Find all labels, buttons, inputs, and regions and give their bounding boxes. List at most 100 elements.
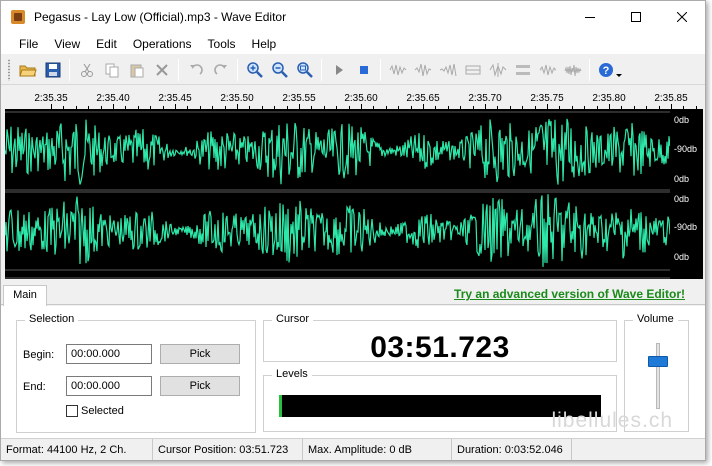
menu-file[interactable]: File — [11, 33, 46, 55]
db-label-ch2-top: 0db — [674, 194, 690, 204]
amplify-icon — [414, 63, 431, 76]
time-ruler[interactable]: 2:35.35 2:35.40 2:35.45 2:35.50 2:35.55 2:35.… — [5, 89, 703, 110]
selected-checkbox[interactable] — [66, 405, 78, 417]
ruler-label: 2:35.75 — [530, 93, 564, 104]
toolbar-grip[interactable] — [7, 58, 11, 81]
app-window: Pegasus - Lay Low (Official).mp3 - Wave … — [0, 0, 706, 461]
close-icon — [677, 12, 687, 22]
pick-end-button[interactable]: Pick — [160, 376, 240, 396]
delete-button[interactable] — [150, 58, 174, 82]
echo-icon — [465, 65, 480, 74]
play-button[interactable] — [327, 58, 351, 82]
silence-button[interactable] — [511, 58, 535, 82]
normalize-button[interactable] — [386, 58, 410, 82]
ruler-minor-tick — [410, 106, 412, 109]
volume-title: Volume — [633, 313, 678, 325]
zoom-in-button[interactable] — [243, 58, 267, 82]
ruler-minor-tick — [63, 106, 65, 109]
ruler-minor-tick — [261, 106, 263, 109]
cursor-title: Cursor — [272, 313, 314, 325]
ruler-minor-tick — [187, 106, 189, 109]
stop-button[interactable] — [352, 58, 376, 82]
ruler-minor-tick — [509, 106, 511, 109]
db-label-ch1-mid: -90db — [674, 144, 698, 154]
invert-button[interactable] — [536, 58, 560, 82]
invert-icon — [539, 64, 556, 75]
ruler-minor-tick — [646, 106, 648, 109]
ruler-label: 2:35.35 — [34, 93, 68, 104]
control-panel: Main Try an advanced version of Wave Edi… — [1, 283, 705, 438]
help-button[interactable]: ? — [595, 58, 625, 82]
ruler-tick — [299, 104, 300, 109]
reverse-button[interactable] — [486, 58, 510, 82]
play-icon — [335, 64, 343, 75]
fade-icon — [439, 63, 456, 76]
promo-link[interactable]: Try an advanced version of Wave Editor! — [454, 287, 685, 301]
help-icon: ? — [598, 62, 622, 77]
ruler-minor-tick — [385, 106, 387, 109]
zoom-out-button[interactable] — [268, 58, 292, 82]
ruler-tick — [51, 104, 52, 109]
ruler-label: 2:35.60 — [344, 93, 378, 104]
ruler-minor-tick — [447, 106, 449, 109]
ruler-minor-tick — [274, 106, 276, 109]
ruler-tick — [609, 104, 610, 109]
status-max-amplitude: Max. Amplitude: 0 dB — [303, 439, 452, 460]
close-button[interactable] — [659, 1, 705, 33]
ruler-minor-tick — [559, 106, 561, 109]
ruler-label: 2:35.45 — [158, 93, 192, 104]
echo-button[interactable] — [461, 58, 485, 82]
minimize-button[interactable] — [567, 1, 613, 33]
pick-begin-button[interactable]: Pick — [160, 344, 240, 364]
menu-help[interactable]: Help — [244, 33, 285, 55]
save-button[interactable] — [41, 58, 65, 82]
menu-view[interactable]: View — [46, 33, 88, 55]
save-icon — [45, 62, 60, 77]
tab-main[interactable]: Main — [3, 285, 47, 306]
open-button[interactable] — [16, 58, 40, 82]
status-format: Format: 44100 Hz, 2 Ch. — [1, 439, 153, 460]
volume-slider-thumb[interactable] — [648, 356, 668, 368]
ruler-label: 2:35.80 — [592, 93, 626, 104]
paste-icon — [130, 64, 143, 77]
menu-operations[interactable]: Operations — [125, 33, 200, 55]
ruler-minor-tick — [373, 106, 375, 109]
ruler-label: 2:35.55 — [282, 93, 316, 104]
menu-tools[interactable]: Tools — [200, 33, 244, 55]
fade-button[interactable] — [436, 58, 460, 82]
zoom-fit-icon — [296, 61, 313, 78]
title-bar: Pegasus - Lay Low (Official).mp3 - Wave … — [1, 1, 705, 33]
noise-button[interactable] — [561, 58, 585, 82]
end-input[interactable] — [66, 376, 152, 396]
amplify-button[interactable] — [411, 58, 435, 82]
waveform-channel-1 — [5, 118, 670, 185]
zoom-fit-button[interactable] — [293, 58, 317, 82]
paste-button[interactable] — [125, 58, 149, 82]
copy-button[interactable] — [100, 58, 124, 82]
ruler-minor-tick — [162, 106, 164, 109]
copy-icon — [105, 63, 118, 77]
app-icon — [10, 9, 26, 25]
undo-button[interactable] — [184, 58, 208, 82]
levels-meter-fill — [279, 395, 283, 417]
menu-edit[interactable]: Edit — [88, 33, 125, 55]
cut-icon — [80, 63, 93, 77]
ruler-minor-tick — [435, 106, 437, 109]
db-label-ch2-bottom: 0db — [674, 252, 690, 262]
levels-title: Levels — [272, 368, 312, 380]
minimize-icon — [585, 17, 595, 18]
volume-slider-track[interactable] — [656, 343, 660, 409]
maximize-button[interactable] — [613, 1, 659, 33]
ruler-label: 2:35.40 — [96, 93, 130, 104]
db-label-ch1-bottom: 0db — [674, 174, 690, 184]
cut-button[interactable] — [75, 58, 99, 82]
maximize-icon — [631, 12, 641, 22]
redo-button[interactable] — [209, 58, 233, 82]
cursor-time-display: 03:51.723 — [370, 331, 510, 364]
waveform-canvas[interactable] — [5, 110, 670, 279]
ruler-minor-tick — [398, 106, 400, 109]
begin-input[interactable] — [66, 344, 152, 364]
watermark: libellules.ch — [551, 409, 673, 432]
waveform-view[interactable]: 2:35.35 2:35.40 2:35.45 2:35.50 2:35.55 2:35.… — [5, 89, 703, 279]
ruler-minor-tick — [311, 106, 313, 109]
